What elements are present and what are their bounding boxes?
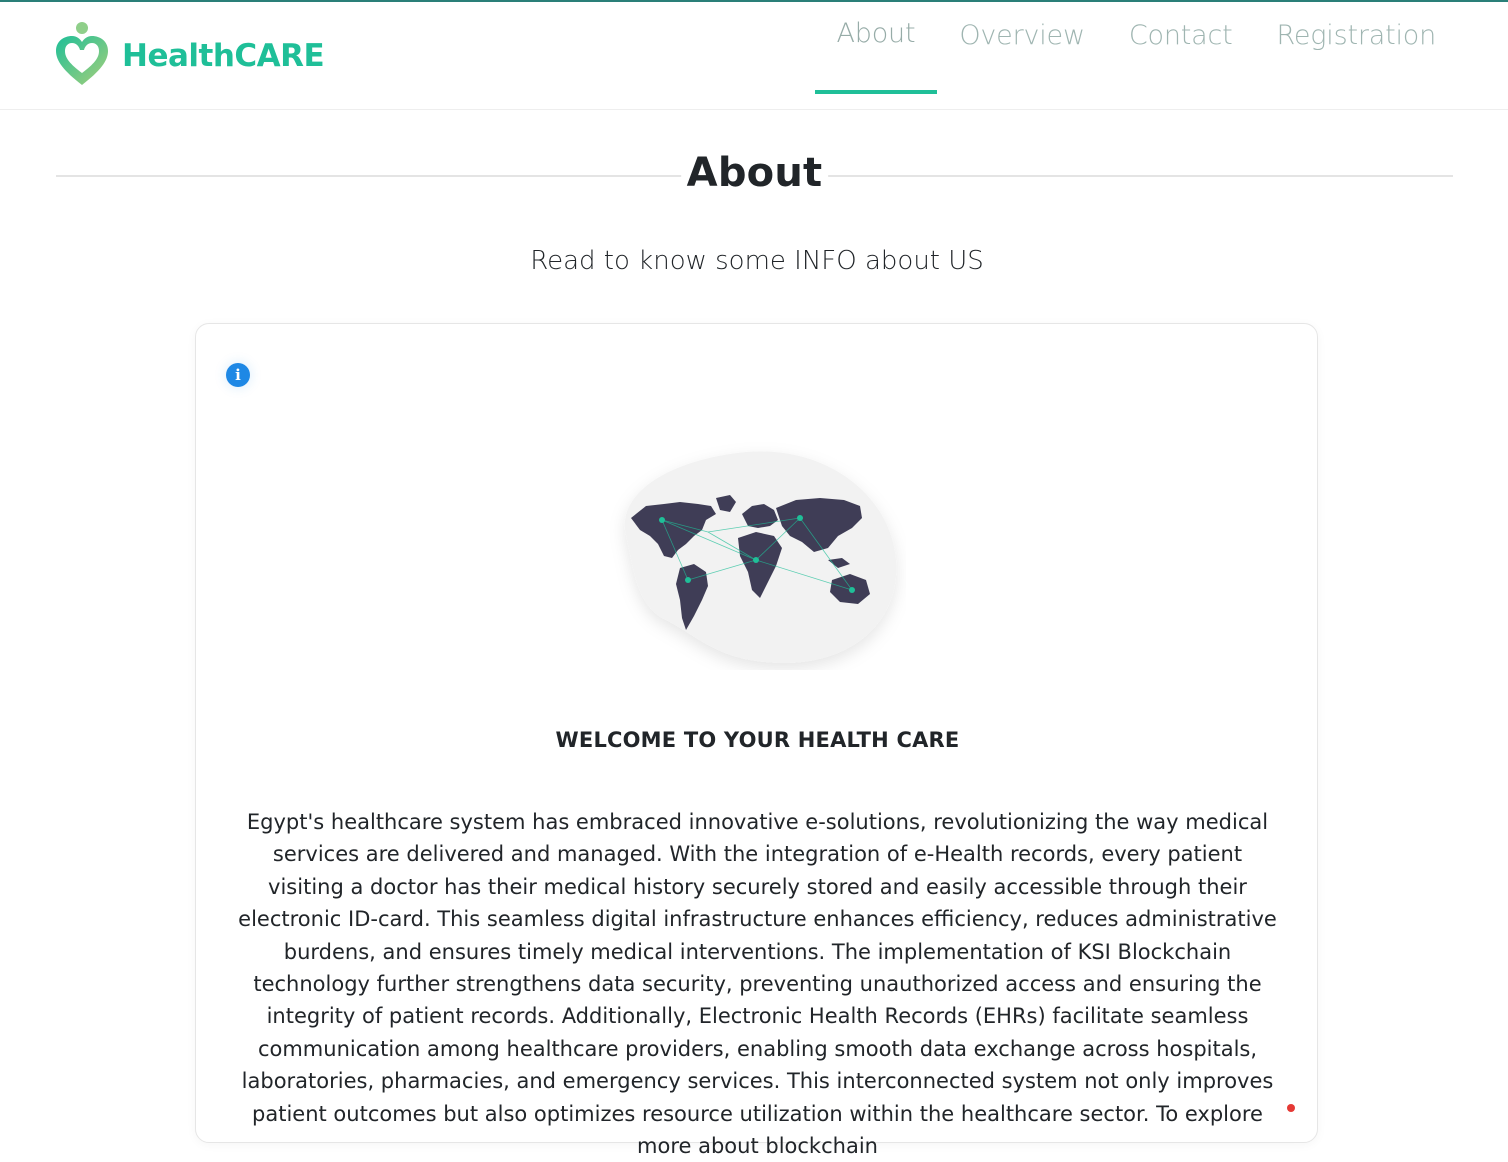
- network-node-au: [849, 587, 855, 593]
- section-title-block: About: [56, 150, 1453, 206]
- brand-name: HealthCARE: [122, 38, 325, 74]
- network-node-na: [659, 517, 665, 523]
- nav-item-about[interactable]: About: [814, 2, 938, 94]
- nav-item-overview[interactable]: Overview: [937, 2, 1107, 94]
- nav-item-registration[interactable]: Registration: [1255, 2, 1458, 94]
- main-nav: About Overview Contact Registration: [814, 2, 1459, 94]
- status-dot: [1287, 1104, 1295, 1112]
- network-node-as: [797, 515, 803, 521]
- heart-person-logo-icon: [56, 22, 108, 85]
- info-icon[interactable]: i: [226, 363, 250, 387]
- nav-item-contact[interactable]: Contact: [1107, 2, 1255, 94]
- page-subtitle: Read to know some INFO about US: [530, 246, 984, 276]
- world-map-network-illustration: [624, 451, 897, 663]
- page-title: About: [680, 150, 829, 196]
- network-node-af: [753, 557, 759, 563]
- brand-home-link[interactable]: HealthCARE: [54, 20, 325, 92]
- about-body-text: Egypt's healthcare system has embraced i…: [238, 810, 1277, 1159]
- network-node-sa: [685, 577, 691, 583]
- site-header: HealthCARE About Overview Contact Regist…: [0, 2, 1508, 110]
- about-card: i WELCOME TO YOUR HEALTH CARE Egypt's he…: [195, 323, 1318, 1158]
- welcome-heading: WELCOME TO YOUR HEALTH CARE: [555, 728, 960, 752]
